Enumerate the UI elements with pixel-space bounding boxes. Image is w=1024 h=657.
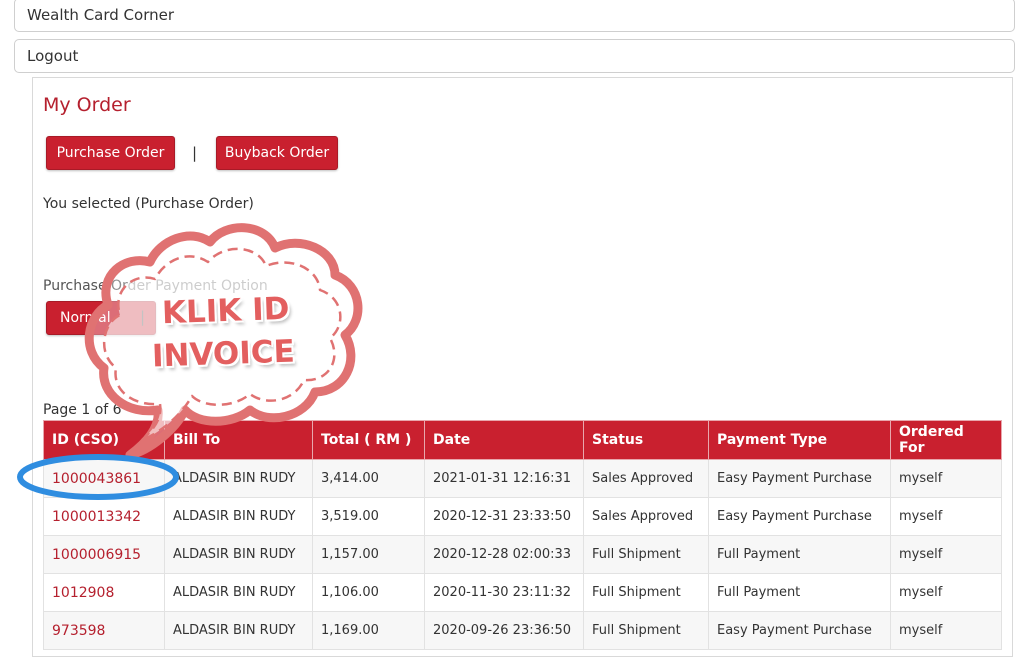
table-row: 1000043861 ALDASIR BIN RUDY 3,414.00 202… (43, 459, 1002, 498)
date-cell: 2020-09-26 23:36:50 (424, 611, 584, 650)
status-cell: Full Shipment (583, 573, 709, 612)
header-date[interactable]: Date (424, 420, 584, 460)
order-id-link[interactable]: 1000006915 (43, 535, 165, 574)
header-ordered-for[interactable]: Ordered For (890, 420, 1002, 460)
date-cell: 2021-01-31 12:16:31 (424, 459, 584, 498)
page-info: Page 1 of 6 (43, 402, 122, 418)
page-title: My Order (43, 94, 131, 116)
orders-table: ID (CSO) Bill To Total ( RM ) Date Statu… (43, 420, 1002, 650)
callout-line-2: INVOICE (151, 333, 296, 375)
bill-to-cell: ALDASIR BIN RUDY (164, 459, 313, 498)
date-cell: 2020-12-31 23:33:50 (424, 497, 584, 536)
payment-type-cell: Full Payment (708, 573, 891, 612)
callout-line-1: KLIK ID (161, 290, 290, 332)
order-id-link[interactable]: 1012908 (43, 573, 165, 612)
ordered-for-cell: myself (890, 459, 1002, 498)
table-row: 973598 ALDASIR BIN RUDY 1,169.00 2020-09… (43, 611, 1002, 650)
purchase-order-button[interactable]: Purchase Order (46, 136, 175, 170)
menu-logout[interactable]: Logout (14, 39, 1015, 73)
status-cell: Full Shipment (583, 535, 709, 574)
total-cell: 1,169.00 (312, 611, 425, 650)
status-cell: Sales Approved (583, 459, 709, 498)
date-cell: 2020-11-30 23:11:32 (424, 573, 584, 612)
bill-to-cell: ALDASIR BIN RUDY (164, 535, 313, 574)
status-cell: Sales Approved (583, 497, 709, 536)
header-id[interactable]: ID (CSO) (43, 420, 165, 460)
total-cell: 3,519.00 (312, 497, 425, 536)
payment-type-cell: Easy Payment Purchase (708, 459, 891, 498)
payment-type-cell: Full Payment (708, 535, 891, 574)
order-id-link[interactable]: 1000043861 (43, 459, 165, 498)
bill-to-cell: ALDASIR BIN RUDY (164, 497, 313, 536)
ordered-for-cell: myself (890, 573, 1002, 612)
payment-type-cell: Easy Payment Purchase (708, 611, 891, 650)
ordered-for-cell: myself (890, 535, 1002, 574)
total-cell: 3,414.00 (312, 459, 425, 498)
status-cell: Full Shipment (583, 611, 709, 650)
selected-text: You selected (Purchase Order) (43, 196, 254, 212)
payment-option-title: Purchase Order Payment Option (43, 278, 268, 294)
date-cell: 2020-12-28 02:00:33 (424, 535, 584, 574)
menu-wealth-card-corner[interactable]: Wealth Card Corner (14, 0, 1015, 32)
payment-type-cell: Easy Payment Purchase (708, 497, 891, 536)
ordered-for-cell: myself (890, 497, 1002, 536)
bill-to-cell: ALDASIR BIN RUDY (164, 573, 313, 612)
header-total[interactable]: Total ( RM ) (312, 420, 425, 460)
header-status[interactable]: Status (583, 420, 709, 460)
separator: | (192, 144, 198, 162)
total-cell: 1,106.00 (312, 573, 425, 612)
table-row: 1000006915 ALDASIR BIN RUDY 1,157.00 202… (43, 535, 1002, 574)
separator-2: | (140, 308, 146, 326)
table-header-row: ID (CSO) Bill To Total ( RM ) Date Statu… (43, 420, 1002, 460)
table-row: 1012908 ALDASIR BIN RUDY 1,106.00 2020-1… (43, 573, 1002, 612)
header-payment-type[interactable]: Payment Type (708, 420, 891, 460)
order-id-link[interactable]: 973598 (43, 611, 165, 650)
order-id-link[interactable]: 1000013342 (43, 497, 165, 536)
ordered-for-cell: myself (890, 611, 1002, 650)
table-row: 1000013342 ALDASIR BIN RUDY 3,519.00 202… (43, 497, 1002, 536)
header-bill-to[interactable]: Bill To (164, 420, 313, 460)
bill-to-cell: ALDASIR BIN RUDY (164, 611, 313, 650)
total-cell: 1,157.00 (312, 535, 425, 574)
buyback-order-button[interactable]: Buyback Order (216, 136, 338, 170)
